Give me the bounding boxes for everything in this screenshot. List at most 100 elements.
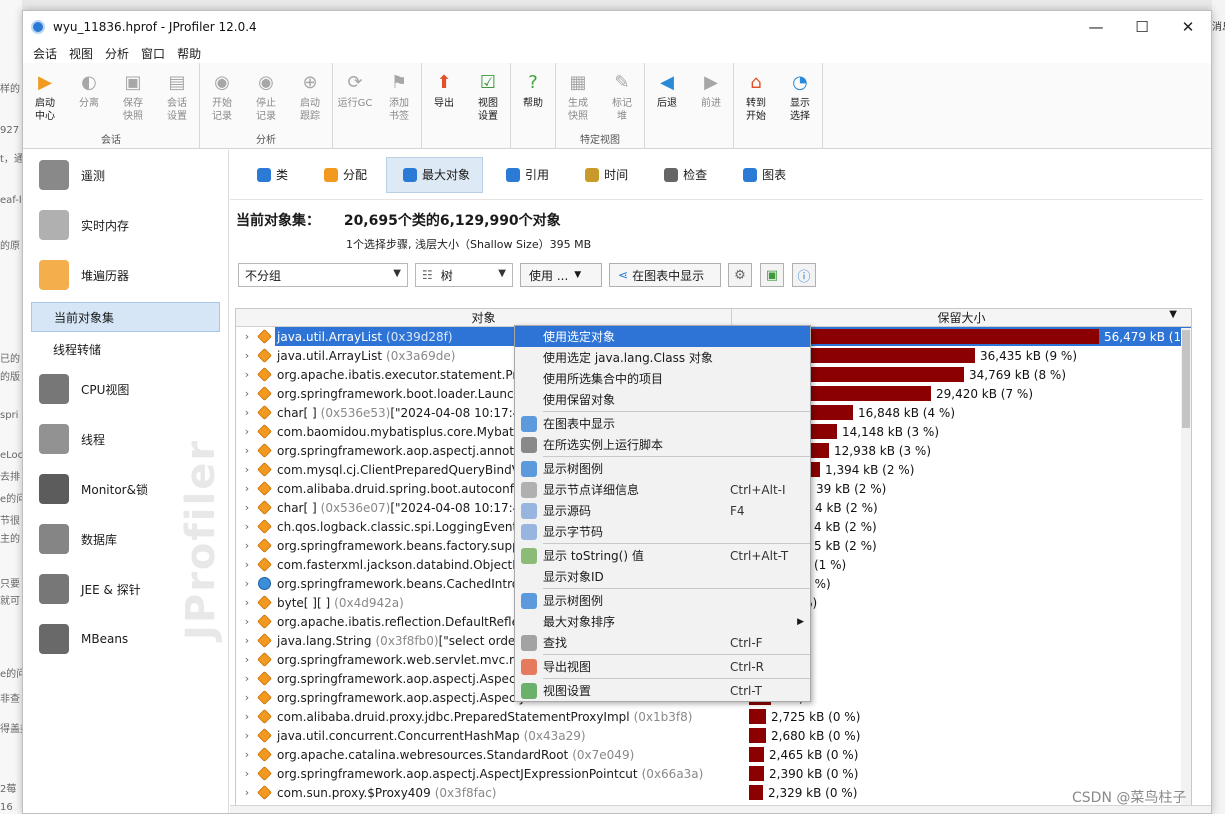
expand-chevron-icon[interactable]: › (240, 577, 254, 590)
show-in-graph-button[interactable]: ⋖ 在图表中显示 (609, 263, 721, 287)
menu-2[interactable]: 分析 (99, 45, 135, 62)
start-recording-button[interactable]: ◉ 开始 记录 (200, 63, 244, 131)
menu-4[interactable]: 帮助 (171, 45, 207, 62)
expand-chevron-icon[interactable]: › (240, 691, 254, 704)
expand-chevron-icon[interactable]: › (240, 558, 254, 571)
context-menu-item[interactable]: 在图表中显示 (515, 413, 810, 434)
context-menu-item[interactable]: 显示 toString() 值 Ctrl+Alt-T (515, 545, 810, 566)
expand-chevron-icon[interactable]: › (240, 653, 254, 666)
tab-allocations[interactable]: 分配 (307, 157, 380, 193)
mark-heap-button[interactable]: ✎ 标记 堆 (600, 63, 644, 131)
tab-graph[interactable]: 图表 (726, 157, 799, 193)
go-to-start-button[interactable]: ⌂ 转到 开始 (734, 63, 778, 131)
stop-recording-button[interactable]: ◉ 停止 记录 (244, 63, 288, 131)
vertical-scrollbar[interactable] (1181, 328, 1191, 807)
expand-chevron-icon[interactable]: › (240, 330, 254, 343)
use-button[interactable]: 使用 ... ▼ (520, 263, 602, 287)
save-snapshot-button[interactable]: ▣ 保存 快照 (111, 63, 155, 131)
context-menu-item[interactable]: 显示树图例 (515, 458, 810, 479)
tab-biggest-objects[interactable]: 最大对象 (386, 156, 484, 193)
expand-chevron-icon[interactable]: › (240, 463, 254, 476)
context-menu-item[interactable]: 最大对象排序 ▶ (515, 611, 810, 632)
sidebar-subitem[interactable]: 当前对象集 (31, 302, 220, 332)
context-menu-item[interactable]: 使用选定对象 (515, 326, 810, 347)
sidebar-item-cpu-view[interactable]: CPU视图 (23, 364, 228, 414)
column-header-retained-size[interactable]: 保留大小 ▼ (732, 309, 1191, 326)
tab-time[interactable]: 时间 (568, 157, 641, 193)
expand-chevron-icon[interactable]: › (240, 710, 254, 723)
show-selection-button[interactable]: ◔ 显示 选择 (778, 63, 822, 131)
sidebar-item-heap-walker[interactable]: 堆遍历器 (23, 250, 228, 300)
expand-chevron-icon[interactable]: › (240, 349, 254, 362)
expand-chevron-icon[interactable]: › (240, 444, 254, 457)
sidebar-item-telemetry[interactable]: 遥测 (23, 150, 228, 200)
expand-chevron-icon[interactable]: › (240, 748, 254, 761)
menu-1[interactable]: 视图 (63, 45, 99, 62)
context-menu-item[interactable]: 查找 Ctrl-F (515, 632, 810, 653)
view-settings-button[interactable]: ☑ 视图 设置 (466, 63, 510, 131)
expand-chevron-icon[interactable]: › (240, 596, 254, 609)
export-button[interactable]: ⬆ 导出 (422, 63, 466, 131)
table-row[interactable]: › java.util.concurrent.ConcurrentHashMap(… (236, 726, 1191, 745)
table-row[interactable]: › org.apache.catalina.webresources.Standa… (236, 745, 1191, 764)
menu-3[interactable]: 窗口 (135, 45, 171, 62)
expand-chevron-icon[interactable]: › (240, 767, 254, 780)
grouping-dropdown[interactable]: 不分组 ▼ (238, 263, 408, 287)
expand-chevron-icon[interactable]: › (240, 482, 254, 495)
start-center-button[interactable]: ▶ 启动 中心 (23, 63, 67, 131)
expand-chevron-icon[interactable]: › (240, 634, 254, 647)
context-menu-item[interactable]: 在所选实例上运行脚本 (515, 434, 810, 455)
context-menu-item[interactable]: 使用所选集合中的项目 (515, 368, 810, 389)
expand-chevron-icon[interactable]: › (240, 387, 254, 400)
expand-chevron-icon[interactable]: › (240, 786, 254, 799)
table-row[interactable]: › com.alibaba.druid.proxy.jdbc.PreparedSt… (236, 707, 1191, 726)
detach-button[interactable]: ◐ 分离 (67, 63, 111, 131)
menu-0[interactable]: 会话 (27, 45, 63, 62)
context-menu-item[interactable]: 视图设置 Ctrl-T (515, 680, 810, 701)
sidebar-subitem[interactable]: 线程转储 (23, 334, 228, 364)
info-icon: ⓘ (797, 269, 811, 285)
expand-chevron-icon[interactable]: › (240, 406, 254, 419)
maximize-button[interactable]: ☐ (1119, 11, 1165, 43)
expand-chevron-icon[interactable]: › (240, 729, 254, 742)
table-row[interactable]: › org.springframework.aop.aspectj.AspectJ… (236, 764, 1191, 783)
session-settings-button[interactable]: ▤ 会话 设置 (155, 63, 199, 131)
context-menu-item[interactable]: 使用选定 java.lang.Class 对象 (515, 347, 810, 368)
expand-chevron-icon[interactable]: › (240, 368, 254, 381)
sidebar-item-live-memory[interactable]: 实时内存 (23, 200, 228, 250)
expand-chevron-icon[interactable]: › (240, 539, 254, 552)
expand-chevron-icon[interactable]: › (240, 615, 254, 628)
expand-chevron-icon[interactable]: › (240, 520, 254, 533)
context-menu-item[interactable]: 导出视图 Ctrl-R (515, 656, 810, 677)
expand-chevron-icon[interactable]: › (240, 672, 254, 685)
object-set-label: 当前对象集： (236, 213, 320, 229)
scrollbar-thumb[interactable] (1182, 330, 1190, 428)
context-menu-item[interactable]: 显示字节码 (515, 521, 810, 542)
script-button[interactable]: ▣ (760, 263, 784, 287)
run-gc-button[interactable]: ⟳ 运行GC (333, 63, 377, 131)
settings-button[interactable]: ⚙ (728, 263, 752, 287)
help-button[interactable]: ? 帮助 (511, 63, 555, 131)
add-bookmark-button[interactable]: ⚑ 添加 书签 (377, 63, 421, 131)
view-mode-dropdown[interactable]: ☷ 树 ▼ (415, 263, 513, 287)
close-button[interactable]: ✕ (1165, 11, 1211, 43)
minimize-button[interactable]: — (1073, 11, 1119, 43)
context-menu-item[interactable]: 显示节点详细信息 Ctrl+Alt-I (515, 479, 810, 500)
column-header-object[interactable]: 对象 (236, 309, 732, 326)
start-tracking-button[interactable]: ⊕ 启动 跟踪 (288, 63, 332, 131)
table-row[interactable]: › com.sun.proxy.$Proxy409 (0x3f8fac) 2,329 … (236, 783, 1191, 802)
tab-inspections[interactable]: 检查 (647, 157, 720, 193)
create-snapshot-button[interactable]: ▦ 生成 快照 (556, 63, 600, 131)
tab-references[interactable]: 引用 (489, 157, 562, 193)
back-button[interactable]: ◀ 后退 (645, 63, 689, 131)
context-menu-separator (543, 654, 810, 655)
expand-chevron-icon[interactable]: › (240, 425, 254, 438)
context-menu-item[interactable]: 显示源码 F4 (515, 500, 810, 521)
tab-classes[interactable]: 类 (240, 157, 301, 193)
context-menu-item[interactable]: 显示树图例 (515, 590, 810, 611)
legend-button[interactable]: ⓘ (792, 263, 816, 287)
expand-chevron-icon[interactable]: › (240, 501, 254, 514)
forward-button[interactable]: ▶ 前进 (689, 63, 733, 131)
context-menu-item[interactable]: 使用保留对象 (515, 389, 810, 410)
context-menu-item[interactable]: 显示对象ID (515, 566, 810, 587)
